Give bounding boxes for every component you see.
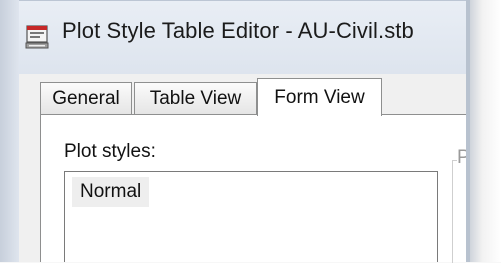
tab-general[interactable]: General <box>40 82 132 114</box>
properties-groupbox <box>452 160 467 263</box>
tab-table-view[interactable]: Table View <box>134 82 257 114</box>
title-bar[interactable]: Plot Style Table Editor - AU-Civil.stb <box>0 0 470 75</box>
tab-form-view[interactable]: Form View <box>257 78 382 116</box>
window-left-frame <box>0 0 19 262</box>
plot-styles-label: Plot styles: <box>64 141 156 162</box>
plot-style-table-editor-window: Plot Style Table Editor - AU-Civil.stb G… <box>0 0 501 263</box>
plot-styles-list[interactable]: Normal <box>64 171 438 262</box>
window-shadow <box>470 0 501 262</box>
list-item[interactable]: Normal <box>72 177 150 207</box>
window-title: Plot Style Table Editor - AU-Civil.stb <box>62 18 414 43</box>
plot-style-table-icon <box>25 25 49 49</box>
